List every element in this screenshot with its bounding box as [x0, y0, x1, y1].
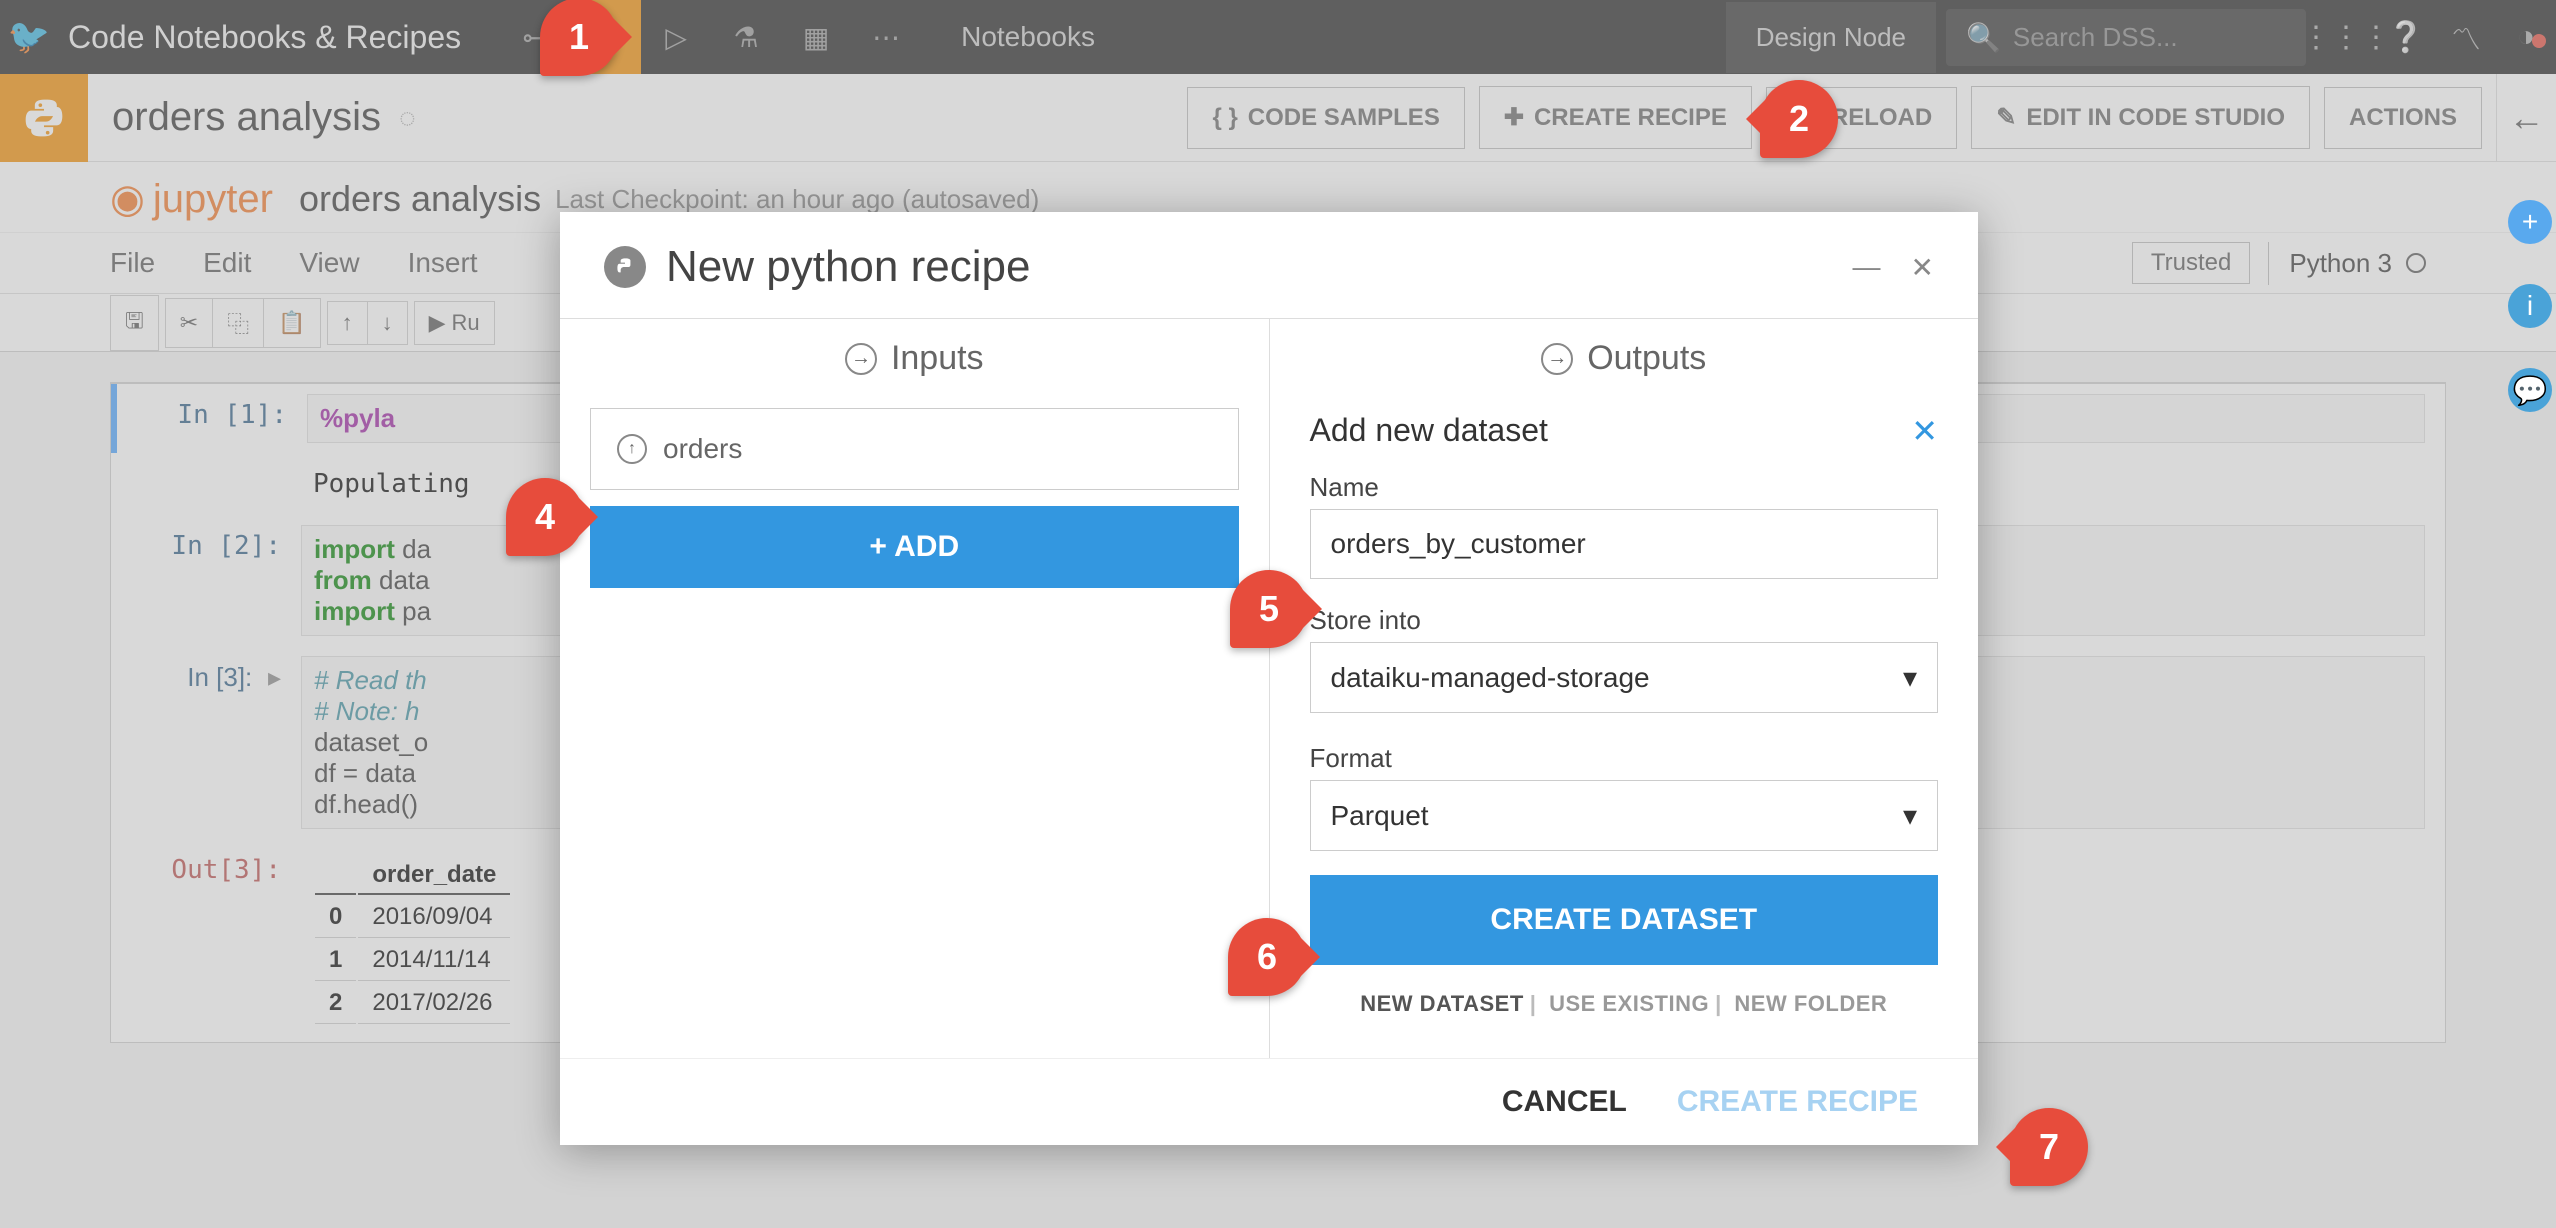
arrow-right-icon: → — [1541, 343, 1573, 375]
create-dataset-button[interactable]: CREATE DATASET — [1310, 875, 1939, 965]
input-dataset-item[interactable]: ↑ orders — [590, 408, 1239, 490]
store-into-select[interactable]: dataiku-managed-storage▾ — [1310, 642, 1939, 713]
outputs-column: →Outputs Add new dataset ✕ Name orders_b… — [1270, 319, 1979, 1058]
add-dataset-heading: Add new dataset — [1310, 412, 1548, 450]
annotation-marker: 1 — [540, 0, 618, 76]
store-label: Store into — [1270, 591, 1979, 642]
close-icon[interactable]: ✕ — [1911, 251, 1934, 284]
tab-new-dataset[interactable]: NEW DATASET — [1360, 991, 1524, 1016]
format-select[interactable]: Parquet▾ — [1310, 780, 1939, 851]
inputs-column: →Inputs ↑ orders + ADD — [560, 319, 1270, 1058]
annotation-marker: 6 — [1228, 918, 1306, 996]
new-recipe-modal: New python recipe — ✕ →Inputs ↑ orders +… — [560, 212, 1978, 1145]
chevron-down-icon: ▾ — [1903, 799, 1917, 832]
dataset-name-input[interactable]: orders_by_customer — [1310, 509, 1939, 579]
modal-title: New python recipe — [666, 242, 1030, 292]
annotation-marker: 5 — [1230, 570, 1308, 648]
chevron-down-icon: ▾ — [1903, 661, 1917, 694]
dataset-icon: ↑ — [617, 434, 647, 464]
close-icon[interactable]: ✕ — [1911, 412, 1938, 450]
python-icon — [604, 246, 646, 288]
add-input-button[interactable]: + ADD — [590, 506, 1239, 588]
format-label: Format — [1270, 729, 1979, 780]
output-mode-tabs: NEW DATASET| USE EXISTING| NEW FOLDER — [1270, 983, 1979, 1035]
arrow-right-icon: → — [845, 343, 877, 375]
annotation-marker: 7 — [2010, 1108, 2088, 1186]
name-label: Name — [1270, 458, 1979, 509]
float-icon-bar: + i 💬 — [2508, 200, 2552, 412]
create-recipe-button-disabled: CREATE RECIPE — [1677, 1085, 1918, 1119]
add-icon[interactable]: + — [2508, 200, 2552, 244]
annotation-marker: 4 — [506, 478, 584, 556]
info-icon[interactable]: i — [2508, 284, 2552, 328]
tab-use-existing[interactable]: USE EXISTING — [1549, 991, 1709, 1016]
minimize-icon[interactable]: — — [1853, 251, 1881, 284]
annotation-marker: 2 — [1760, 80, 1838, 158]
cancel-button[interactable]: CANCEL — [1502, 1085, 1627, 1119]
chat-icon[interactable]: 💬 — [2508, 368, 2552, 412]
tab-new-folder[interactable]: NEW FOLDER — [1734, 991, 1887, 1016]
